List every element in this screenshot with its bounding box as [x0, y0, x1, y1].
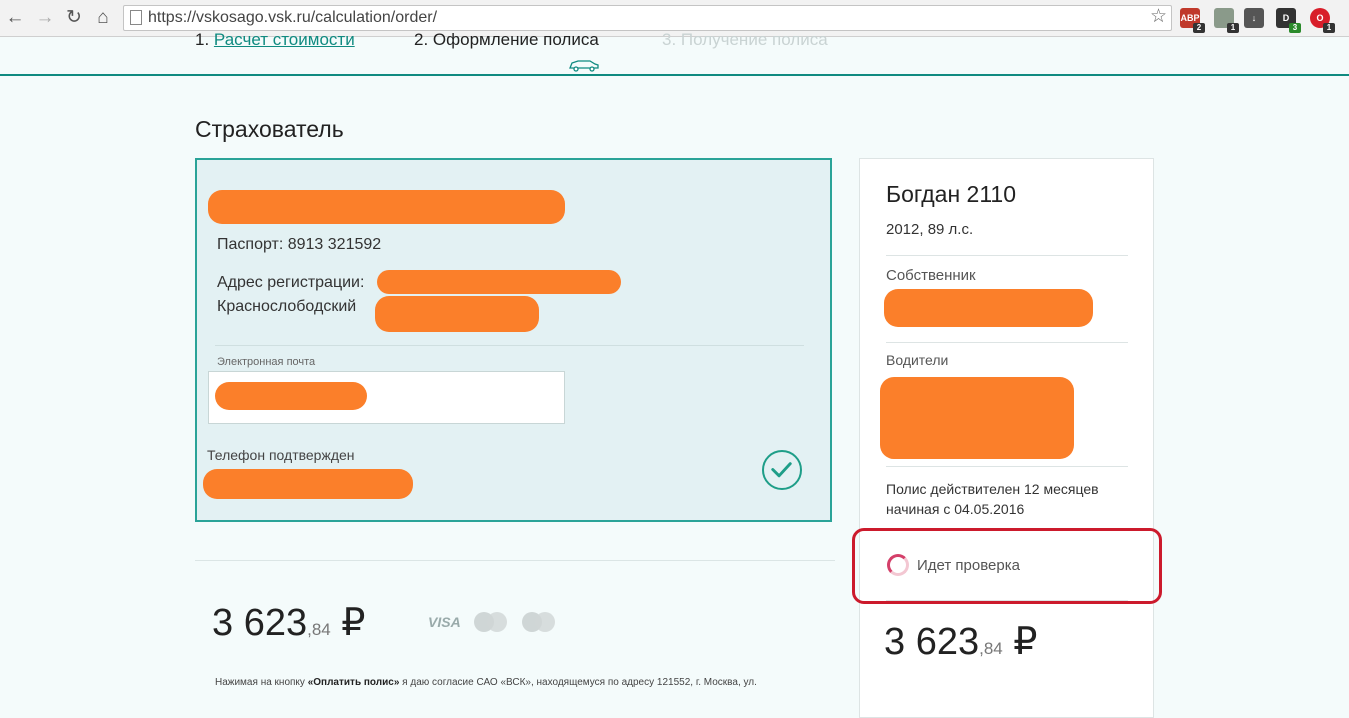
address-bar[interactable]: https://vskosago.vsk.ru/calculation/orde…: [123, 5, 1172, 31]
url-text[interactable]: https://vskosago.vsk.ru/calculation/orde…: [148, 9, 437, 27]
validity-line-2: начиная с 04.05.2016: [886, 501, 1025, 517]
redacted-drivers: [880, 377, 1074, 459]
step-calculation[interactable]: 1. Расчет стоимости: [195, 30, 355, 50]
reload-icon[interactable]: ↻: [63, 7, 85, 29]
passport-text: Паспорт: 8913 321592: [217, 236, 382, 253]
maestro-logo: [522, 612, 556, 634]
car-details: 2012, 89 л.с.: [886, 221, 974, 238]
extension-badge: 1: [1227, 23, 1239, 33]
home-icon[interactable]: ⌂: [92, 7, 114, 29]
validity-line-1: Полис действителен 12 месяцев: [886, 481, 1099, 497]
car-icon: [569, 60, 599, 72]
step-calculation-link[interactable]: Расчет стоимости: [214, 30, 355, 49]
redacted-phone: [203, 469, 413, 499]
email-field[interactable]: [208, 371, 565, 424]
address-city: Краснослободский: [217, 298, 357, 315]
car-title: Богдан 2110: [886, 181, 1017, 207]
order-steps: 1. Расчет стоимости 2. Оформление полиса…: [0, 30, 1349, 76]
card-divider: [215, 345, 804, 346]
total-price: 3 623,84 ₽: [212, 602, 366, 644]
phone-confirmed-label: Телефон подтвержден: [207, 447, 355, 463]
section-title: Страхователь: [195, 116, 344, 142]
step-receive: 3. Получение полиса: [662, 30, 828, 49]
redacted-email: [215, 382, 367, 410]
owner-label: Собственник: [886, 267, 976, 284]
highlight-annotation: [852, 528, 1162, 604]
extension-badge: 3: [1289, 23, 1301, 33]
extension-badge: 2: [1193, 23, 1205, 33]
back-icon[interactable]: ←: [4, 7, 26, 29]
opera-extension-icon[interactable]: O1: [1310, 8, 1335, 33]
redacted-address: [377, 270, 621, 294]
extension-badge: 1: [1323, 23, 1335, 33]
redacted-address-line: [375, 296, 539, 332]
redacted-owner: [884, 289, 1093, 327]
step-registration: 2. Оформление полиса: [414, 30, 599, 49]
redacted-name: [208, 190, 565, 224]
summary-divider: [886, 342, 1128, 343]
adblock-extension-icon[interactable]: ABP 2: [1180, 8, 1205, 33]
summary-price: 3 623,84 ₽: [884, 621, 1038, 663]
d-extension-icon[interactable]: D3: [1276, 8, 1301, 33]
bookmark-star-icon[interactable]: ☆: [1150, 6, 1167, 28]
policy-summary: Богдан 2110 2012, 89 л.с. Собственник Во…: [859, 158, 1154, 718]
insurer-card[interactable]: Паспорт: 8913 321592 Адрес регистрации: …: [195, 158, 832, 522]
checkmark-icon: [762, 450, 802, 490]
forward-icon[interactable]: →: [34, 7, 56, 29]
section-divider: [195, 560, 835, 561]
page-icon: [130, 10, 142, 25]
email-label: Электронная почта: [217, 356, 316, 368]
visa-logo: VISA: [428, 614, 461, 630]
drivers-label: Водители: [886, 352, 949, 368]
summary-divider: [886, 466, 1128, 467]
mastercard-logo: [474, 612, 508, 634]
address-label: Адрес регистрации:: [217, 274, 365, 291]
summary-divider: [886, 255, 1128, 256]
shield-extension-icon[interactable]: 1: [1214, 8, 1239, 33]
legal-text: Нажимая на кнопку «Оплатить полис» я даю…: [215, 677, 757, 688]
download-extension-icon[interactable]: ↓: [1244, 8, 1264, 28]
